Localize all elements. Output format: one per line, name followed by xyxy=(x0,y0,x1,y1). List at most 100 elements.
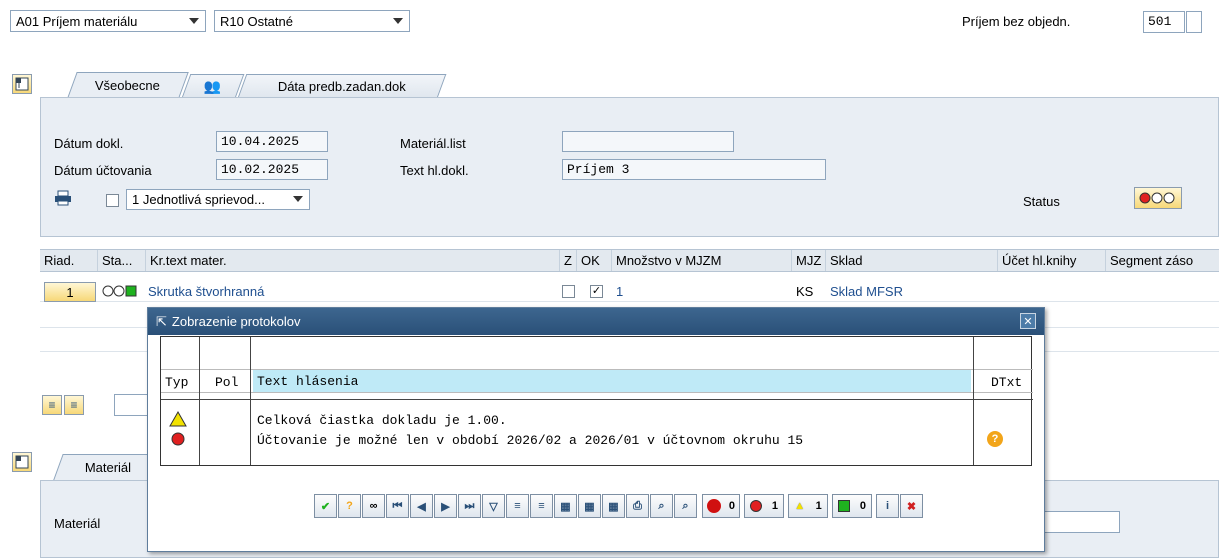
last-page-button[interactable]: ⏭ xyxy=(458,494,481,518)
filter-button[interactable]: ▽ xyxy=(482,494,505,518)
stop-icon xyxy=(706,499,721,513)
print-button[interactable]: ⎙ xyxy=(626,494,649,518)
help-icon: ? xyxy=(346,500,353,512)
filter-button[interactable]: ≡ xyxy=(64,395,84,415)
cancel-button[interactable]: ✖ xyxy=(900,494,923,518)
long-text-help-icon[interactable]: ? xyxy=(987,431,1003,447)
dialog-title-bar: ⇱ Zobrazenie protokolov ✕ xyxy=(148,308,1044,335)
col-header-unit[interactable]: MJZ xyxy=(792,250,826,271)
technical-info-button[interactable]: ∞ xyxy=(362,494,385,518)
change-layout-button[interactable]: ▦ xyxy=(578,494,601,518)
close-icon[interactable]: ✕ xyxy=(1020,313,1036,329)
sort-descending-button[interactable]: ≡ xyxy=(530,494,553,518)
items-table-header: Riad. Sta... Kr.text mater. Z OK Množstv… xyxy=(40,250,1219,272)
col-header-segment[interactable]: Segment záso xyxy=(1106,250,1219,271)
col-dtext-header[interactable]: DTxt xyxy=(991,375,1022,390)
dialog-toolbar: ✔ ? ∞ ⏮ ◀ ▶ ⏭ ▽ ≡ ≡ ▦ ▦ ▦ ⎙ ⌕ ⌕ 0 1 ▲ 1 … xyxy=(314,494,1044,520)
print-checkbox[interactable] xyxy=(106,194,119,207)
success-count: 0 xyxy=(859,500,867,512)
messages-body-separator xyxy=(161,399,1033,400)
material-field[interactable] xyxy=(1040,511,1120,533)
tab-general-label: Všeobecne xyxy=(95,78,161,93)
doc-date-field[interactable]: 10.04.2025 xyxy=(216,131,328,152)
chevron-down-icon xyxy=(293,196,303,202)
save-layout-button[interactable]: ▦ xyxy=(602,494,625,518)
movement-label: Príjem bez objedn. xyxy=(962,14,1071,29)
find-next-button[interactable]: ⌕ xyxy=(674,494,697,518)
sort-ascending-button[interactable]: ≡ xyxy=(506,494,529,518)
select-all-button[interactable]: ≡ xyxy=(42,395,62,415)
row-short-text[interactable]: Skrutka štvorhranná xyxy=(148,284,264,299)
success-filter-button[interactable]: 0 xyxy=(832,494,872,518)
tab-partners[interactable]: 👥 xyxy=(181,74,245,98)
tab-preentered-label: Dáta predb.zadan.dok xyxy=(277,79,406,94)
dialog-icon: ⇱ xyxy=(156,313,167,329)
transaction-select[interactable]: A01 Príjem materiálu xyxy=(10,10,206,32)
col-header-status[interactable]: Sta... xyxy=(98,250,146,271)
expand-icon xyxy=(15,77,29,91)
row-storage[interactable]: Sklad MFSR xyxy=(830,284,903,299)
find-button[interactable]: ⌕ xyxy=(650,494,673,518)
col-pos-header[interactable]: Pol xyxy=(215,375,238,390)
warning-filter-button[interactable]: ▲ 1 xyxy=(788,494,828,518)
col-header-gl-account[interactable]: Účet hl.knihy xyxy=(998,250,1106,271)
warning-triangle-icon xyxy=(169,411,187,427)
col-header-ok[interactable]: OK xyxy=(577,250,612,271)
error-count: 1 xyxy=(771,500,779,512)
message-row[interactable]: Celková čiastka dokladu je 1.00. xyxy=(161,411,1033,429)
row-ok-checkbox[interactable]: ✓ xyxy=(590,285,603,298)
people-icon: 👥 xyxy=(204,78,222,94)
print-version-select[interactable]: 1 Jednotlivá sprievod... xyxy=(126,189,310,210)
col-header-z[interactable]: Z xyxy=(560,250,577,271)
printer-icon[interactable] xyxy=(54,190,72,209)
expand-detail-button[interactable] xyxy=(12,452,32,472)
transaction-select-value: A01 Príjem materiálu xyxy=(16,13,138,29)
doc-date-label: Dátum dokl. xyxy=(54,136,124,151)
table-search-field[interactable] xyxy=(114,394,150,416)
messages-table: Typ Pol Text hlásenia DTxt Celková čiast… xyxy=(160,336,1033,466)
material-slip-label: Materiál.list xyxy=(400,136,466,151)
log-dialog: ⇱ Zobrazenie protokolov ✕ Typ Pol Text h… xyxy=(147,307,1045,552)
movement-type-extra[interactable] xyxy=(1186,11,1202,33)
traffic-light-red-icon xyxy=(1139,192,1175,204)
reference-select[interactable]: R10 Ostatné xyxy=(214,10,410,32)
next-page-button[interactable]: ▶ xyxy=(434,494,457,518)
confirm-button[interactable]: ✔ xyxy=(314,494,337,518)
tab-preentered-data[interactable]: Dáta predb.zadan.dok xyxy=(237,74,447,98)
info-button[interactable]: i xyxy=(876,494,899,518)
messages-header: Typ Pol Text hlásenia DTxt xyxy=(161,369,1033,393)
row-qty[interactable]: 1 xyxy=(616,284,623,299)
col-header-short-text[interactable]: Kr.text mater. xyxy=(146,250,560,271)
print-version-value: 1 Jednotlivá sprievod... xyxy=(132,192,265,207)
warning-icon: ▲ xyxy=(794,500,806,512)
message-text: Účtovanie je možné len v období 2026/02 … xyxy=(257,433,804,448)
stop-filter-button[interactable]: 0 xyxy=(702,494,740,518)
col-text-header[interactable]: Text hlásenia xyxy=(253,370,971,392)
col-header-line[interactable]: Riad. xyxy=(40,250,98,271)
table-row[interactable]: 1 Skrutka štvorhranná ✓ 1 KS Sklad MFSR xyxy=(40,280,1219,302)
status-traffic-light[interactable] xyxy=(1134,187,1182,209)
header-text-field[interactable]: Príjem 3 xyxy=(562,159,826,180)
status-label: Status xyxy=(1023,194,1060,209)
col-header-storage[interactable]: Sklad xyxy=(826,250,998,271)
error-filter-button[interactable]: 1 xyxy=(744,494,784,518)
row-z-checkbox[interactable] xyxy=(562,285,575,298)
help-button[interactable]: ? xyxy=(338,494,361,518)
layout-button[interactable]: ▦ xyxy=(554,494,577,518)
movement-type-field[interactable]: 501 xyxy=(1143,11,1185,33)
tab-general[interactable]: Všeobecne xyxy=(67,72,189,98)
material-slip-field[interactable] xyxy=(562,131,734,152)
message-row[interactable]: Účtovanie je možné len v období 2026/02 … xyxy=(161,431,1033,449)
row-unit: KS xyxy=(796,284,814,299)
expand-header-button[interactable] xyxy=(12,74,32,94)
chevron-down-icon xyxy=(189,18,199,24)
col-header-qty[interactable]: Množstvo v MJZM xyxy=(612,250,792,271)
dialog-title: Zobrazenie protokolov xyxy=(171,314,301,329)
col-type-header[interactable]: Typ xyxy=(165,375,188,390)
error-red-light-icon xyxy=(171,432,185,446)
expand-icon xyxy=(15,455,29,469)
row-line-button[interactable]: 1 xyxy=(44,282,96,302)
posting-date-field[interactable]: 10.02.2025 xyxy=(216,159,328,180)
previous-page-button[interactable]: ◀ xyxy=(410,494,433,518)
first-page-button[interactable]: ⏮ xyxy=(386,494,409,518)
